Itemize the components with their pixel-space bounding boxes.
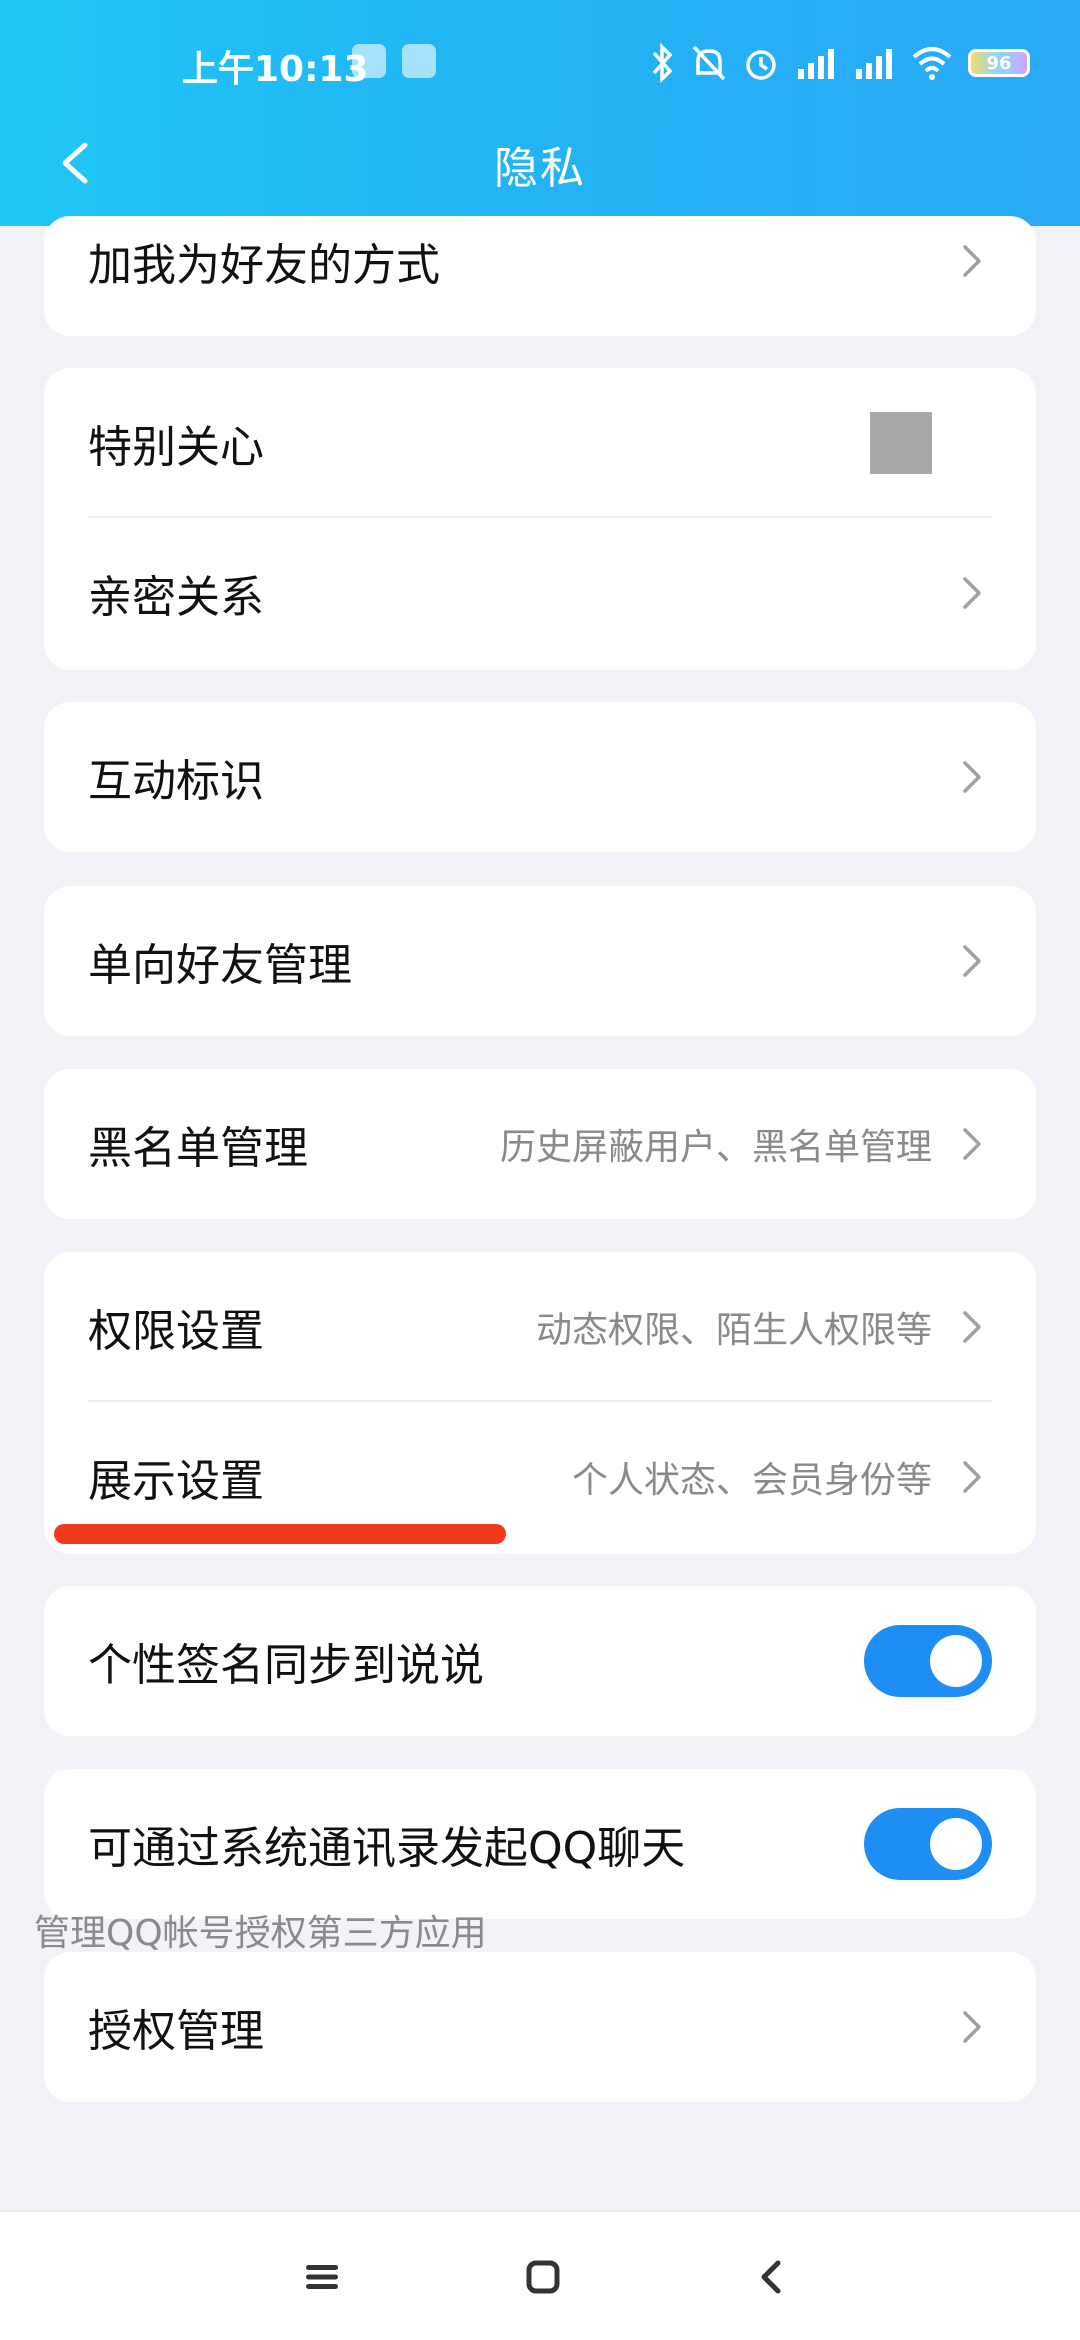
row-label: 单向好友管理 [88,940,352,991]
row-label: 黑名单管理 [88,1123,308,1174]
back-nav-button[interactable] [745,2252,795,2302]
signal-icon [798,49,834,79]
row-hint: 历史屏蔽用户、黑名单管理 [499,1127,932,1168]
wifi-icon [912,47,952,80]
alarm-icon [746,50,776,80]
row-authorization[interactable]: 授权管理 [44,1952,1036,2102]
chevron-right-icon [952,941,992,981]
status-icons: 96 [650,38,1030,88]
authorization-footnote: 管理QQ帐号授权第三方应用 [34,1913,487,1954]
settings-card: 权限设置 动态权限、陌生人权限等 展示设置 个人状态、会员身份等 [44,1252,1036,1554]
status-bar: 上午10:13 96 [0,0,1080,120]
row-label: 可通过系统通讯录发起QQ聊天 [88,1823,686,1874]
settings-card: 加我为好友的方式 [44,216,1036,336]
row-interaction-mark[interactable]: 互动标识 [44,702,1036,852]
row-label: 授权管理 [88,2006,264,2057]
row-one-way-friends[interactable]: 单向好友管理 [44,886,1036,1036]
battery-level: 96 [986,52,1012,74]
back-chevron-icon [761,2260,781,2294]
menu-button[interactable] [297,2252,347,2302]
row-label: 亲密关系 [88,572,264,623]
toggle-knob [930,1635,982,1687]
placeholder-thumbnail [870,412,932,474]
chevron-right-icon [952,2007,992,2047]
row-intimate-relationship[interactable]: 亲密关系 [44,518,1036,668]
notification-icon [402,44,436,78]
chevron-right-icon [952,1307,992,1347]
status-time: 上午10:13 [182,49,369,90]
menu-icon [306,2265,338,2289]
row-contacts-chat: 可通过系统通讯录发起QQ聊天 [44,1769,1036,1919]
row-hint: 动态权限、陌生人权限等 [535,1310,932,1351]
row-label: 个性签名同步到说说 [88,1640,484,1691]
row-label: 互动标识 [88,756,264,807]
chevron-right-icon [952,757,992,797]
highlight-underline [54,1524,506,1544]
row-label: 特别关心 [88,422,264,473]
toggle-knob [930,1818,982,1870]
contacts-chat-toggle[interactable] [864,1808,992,1880]
battery-indicator: 96 [968,49,1030,77]
home-icon [526,2260,560,2294]
settings-card: 互动标识 [44,702,1036,852]
settings-card: 可通过系统通讯录发起QQ聊天 [44,1769,1036,1919]
nav-bar: 隐私 [0,110,1080,220]
settings-card: 单向好友管理 [44,886,1036,1036]
row-add-friend-way[interactable]: 加我为好友的方式 [44,216,1036,336]
settings-card: 特别关心 亲密关系 [44,368,1036,670]
row-permission-settings[interactable]: 权限设置 动态权限、陌生人权限等 [44,1252,1036,1402]
app-header: 上午10:13 96 隐私 [0,0,1080,226]
signal-icon [856,49,892,79]
settings-card: 授权管理 [44,1952,1036,2102]
chevron-right-icon [952,241,992,281]
mute-bell-icon [692,45,726,81]
signature-sync-toggle[interactable] [864,1625,992,1697]
row-label: 权限设置 [88,1306,264,1357]
row-special-care[interactable]: 特别关心 [44,368,1036,518]
row-hint: 个人状态、会员身份等 [571,1460,932,1501]
row-blacklist[interactable]: 黑名单管理 历史屏蔽用户、黑名单管理 [44,1069,1036,1219]
home-button[interactable] [518,2252,568,2302]
row-label: 展示设置 [88,1456,264,1507]
row-label: 加我为好友的方式 [88,240,440,291]
chevron-right-icon [952,573,992,613]
chevron-right-icon [952,1124,992,1164]
system-navigation-bar [0,2210,1080,2340]
settings-card: 个性签名同步到说说 [44,1586,1036,1736]
notification-icon [352,44,386,78]
settings-card: 黑名单管理 历史屏蔽用户、黑名单管理 [44,1069,1036,1219]
page-title: 隐私 [494,143,586,194]
row-signature-sync: 个性签名同步到说说 [44,1586,1036,1736]
bluetooth-icon [652,43,673,83]
chevron-right-icon [952,1457,992,1497]
